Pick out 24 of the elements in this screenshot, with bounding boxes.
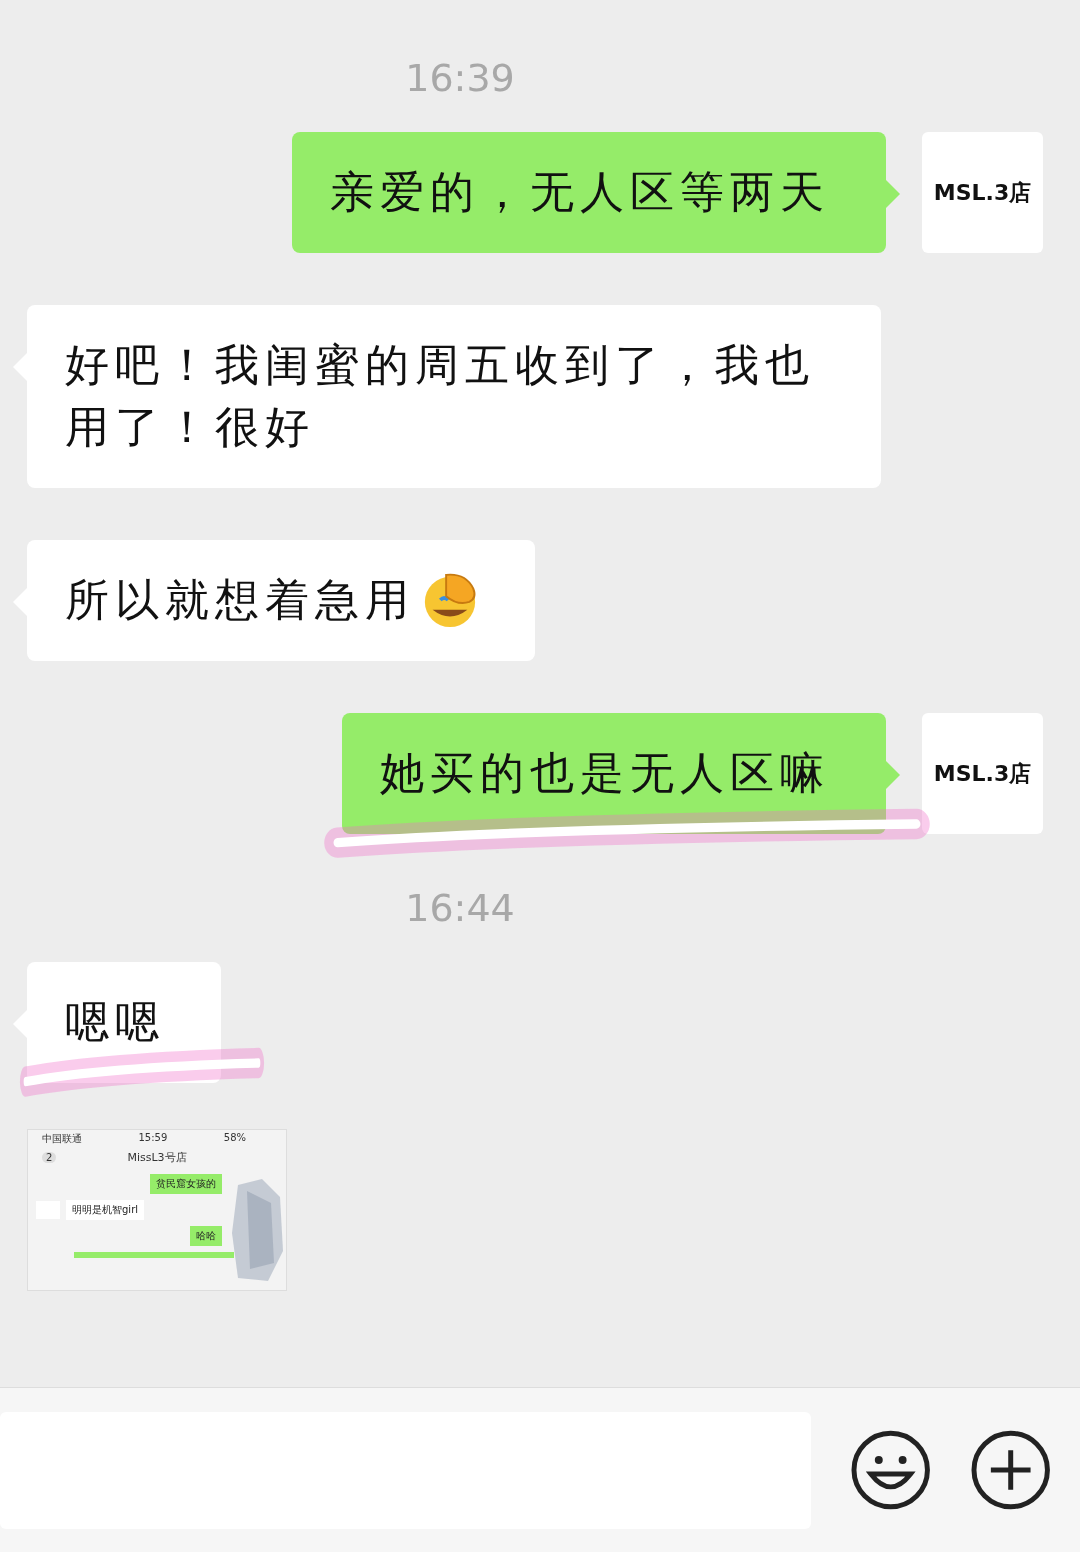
avatar[interactable]: MSL.3店 — [922, 713, 1043, 834]
bubble-tail-icon — [886, 761, 900, 789]
carrier-text: 中国联通 — [42, 1132, 82, 1146]
back-badge: 2 — [42, 1151, 57, 1163]
message-bubble: 所以就想着急用 — [27, 540, 535, 661]
message-bubble: 贫民窟女孩的 — [150, 1174, 222, 1194]
message-bubble: 哈哈 — [190, 1226, 222, 1246]
avatar-text: MSL.3店 — [933, 178, 1032, 207]
message-bubble: 好吧！我闺蜜的周五收到了，我也用了！很好 — [27, 305, 881, 488]
status-time: 15:59 — [138, 1132, 168, 1145]
screenshot-image[interactable]: 中国联通 15:59 58% 2 MissL3号店 贫民窟女孩的 明明是机智girl 哈哈 — [27, 1129, 287, 1291]
chat-title: MissL3号店 — [127, 1149, 187, 1165]
message-bubble: 她买的也是无人区嘛 — [342, 713, 886, 834]
timestamp: 16:44 — [405, 886, 515, 930]
message-bubble: 亲爱的，无人区等两天 — [292, 132, 886, 253]
plus-icon[interactable] — [970, 1430, 1050, 1510]
message-bubble: 明明是机智girl — [66, 1200, 144, 1220]
battery-text: 58% — [223, 1132, 246, 1145]
emoji-icon[interactable] — [851, 1430, 931, 1510]
avatar[interactable]: MSL.3店 — [922, 132, 1043, 253]
timestamp: 16:39 — [405, 56, 515, 100]
avatar-text: MSL.3店 — [933, 759, 1032, 788]
message-bubble: 嗯嗯 — [27, 962, 221, 1083]
bubble-tail-icon — [886, 180, 900, 208]
